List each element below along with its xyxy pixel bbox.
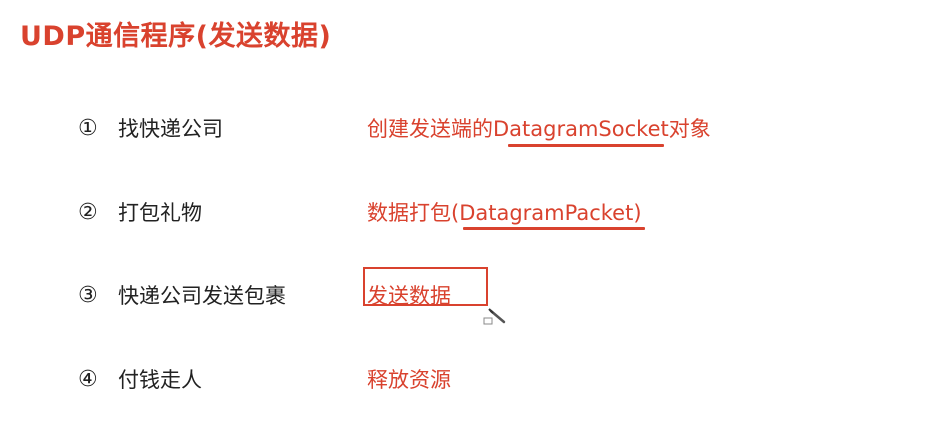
step-label: 打包礼物 (118, 201, 202, 225)
page-title: UDP通信程序(发送数据) (20, 21, 332, 52)
datagramsocket-underline (508, 144, 664, 147)
datagrampacket-underline (463, 227, 645, 230)
step-number: ② (78, 199, 98, 225)
step-4-action: 释放资源 (367, 368, 451, 392)
step-2: ② 打包礼物 (78, 197, 202, 227)
step-1: ① 找快递公司 (78, 113, 223, 143)
highlight-box (363, 267, 488, 306)
step-2-action: 数据打包(DatagramPacket) (367, 201, 642, 225)
step-4: ④ 付钱走人 (78, 364, 202, 394)
step-1-action: 创建发送端的DatagramSocket对象 (367, 117, 711, 141)
pen-cursor-icon (483, 308, 506, 325)
step-label: 付钱走人 (118, 368, 202, 392)
step-number: ① (78, 115, 98, 141)
step-label: 快递公司发送包裹 (118, 284, 286, 308)
step-number: ④ (78, 366, 98, 392)
step-3: ③ 快递公司发送包裹 (78, 280, 286, 310)
step-label: 找快递公司 (118, 117, 223, 141)
step-number: ③ (78, 282, 98, 308)
